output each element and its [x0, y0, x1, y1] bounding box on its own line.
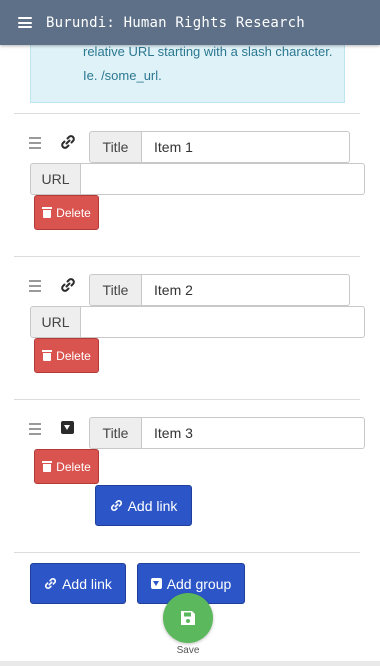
drag-handle-icon[interactable]	[29, 280, 41, 295]
url-input[interactable]	[81, 306, 365, 338]
bottom-border	[0, 661, 380, 666]
divider	[14, 113, 360, 114]
save-button[interactable]	[163, 593, 213, 643]
title-input-group: Title	[89, 274, 350, 306]
delete-label: Delete	[56, 459, 91, 474]
title-label: Title	[89, 131, 142, 163]
caret-square-down-icon	[150, 578, 162, 589]
divider	[14, 552, 360, 553]
add-link-label: Add link	[127, 497, 178, 514]
url-label: URL	[30, 306, 81, 338]
link-icon[interactable]	[60, 277, 76, 293]
hamburger-icon[interactable]	[18, 15, 32, 31]
app-title: Burundi: Human Rights Research	[46, 14, 305, 31]
url-input-group: URL	[30, 306, 365, 338]
drag-handle-icon[interactable]	[29, 137, 41, 152]
title-input-group: Title	[89, 417, 365, 449]
delete-button[interactable]: Delete	[34, 338, 99, 373]
trash-icon	[42, 207, 53, 218]
add-link-button[interactable]: Add link	[95, 485, 192, 526]
title-label: Title	[89, 417, 142, 449]
link-icon[interactable]	[60, 134, 76, 150]
divider	[14, 399, 360, 400]
trash-icon	[42, 461, 53, 472]
title-input[interactable]	[142, 131, 350, 163]
app-header: Burundi: Human Rights Research	[0, 0, 380, 45]
info-text: relative URL starting with a slash chara…	[83, 44, 333, 83]
url-label: URL	[30, 163, 81, 195]
title-input[interactable]	[142, 274, 350, 306]
add-link-label: Add link	[62, 575, 112, 592]
link-icon	[45, 578, 57, 589]
add-group-label: Add group	[166, 575, 232, 592]
drag-handle-icon[interactable]	[29, 423, 41, 438]
link-icon	[110, 500, 122, 511]
title-input-group: Title	[89, 131, 350, 163]
title-label: Title	[89, 274, 142, 306]
delete-button[interactable]: Delete	[34, 449, 99, 484]
caret-down-icon[interactable]	[61, 421, 74, 434]
url-input-group: URL	[30, 163, 365, 195]
delete-button[interactable]: Delete	[34, 195, 99, 230]
add-link-button[interactable]: Add link	[30, 563, 126, 604]
floppy-disk-icon	[181, 611, 195, 625]
url-input[interactable]	[81, 163, 365, 195]
title-input[interactable]	[142, 417, 365, 449]
trash-icon	[42, 350, 53, 361]
save-label: Save	[176, 645, 200, 656]
delete-label: Delete	[56, 348, 91, 363]
divider	[14, 256, 360, 257]
delete-label: Delete	[56, 205, 91, 220]
info-alert: relative URL starting with a slash chara…	[30, 36, 345, 103]
